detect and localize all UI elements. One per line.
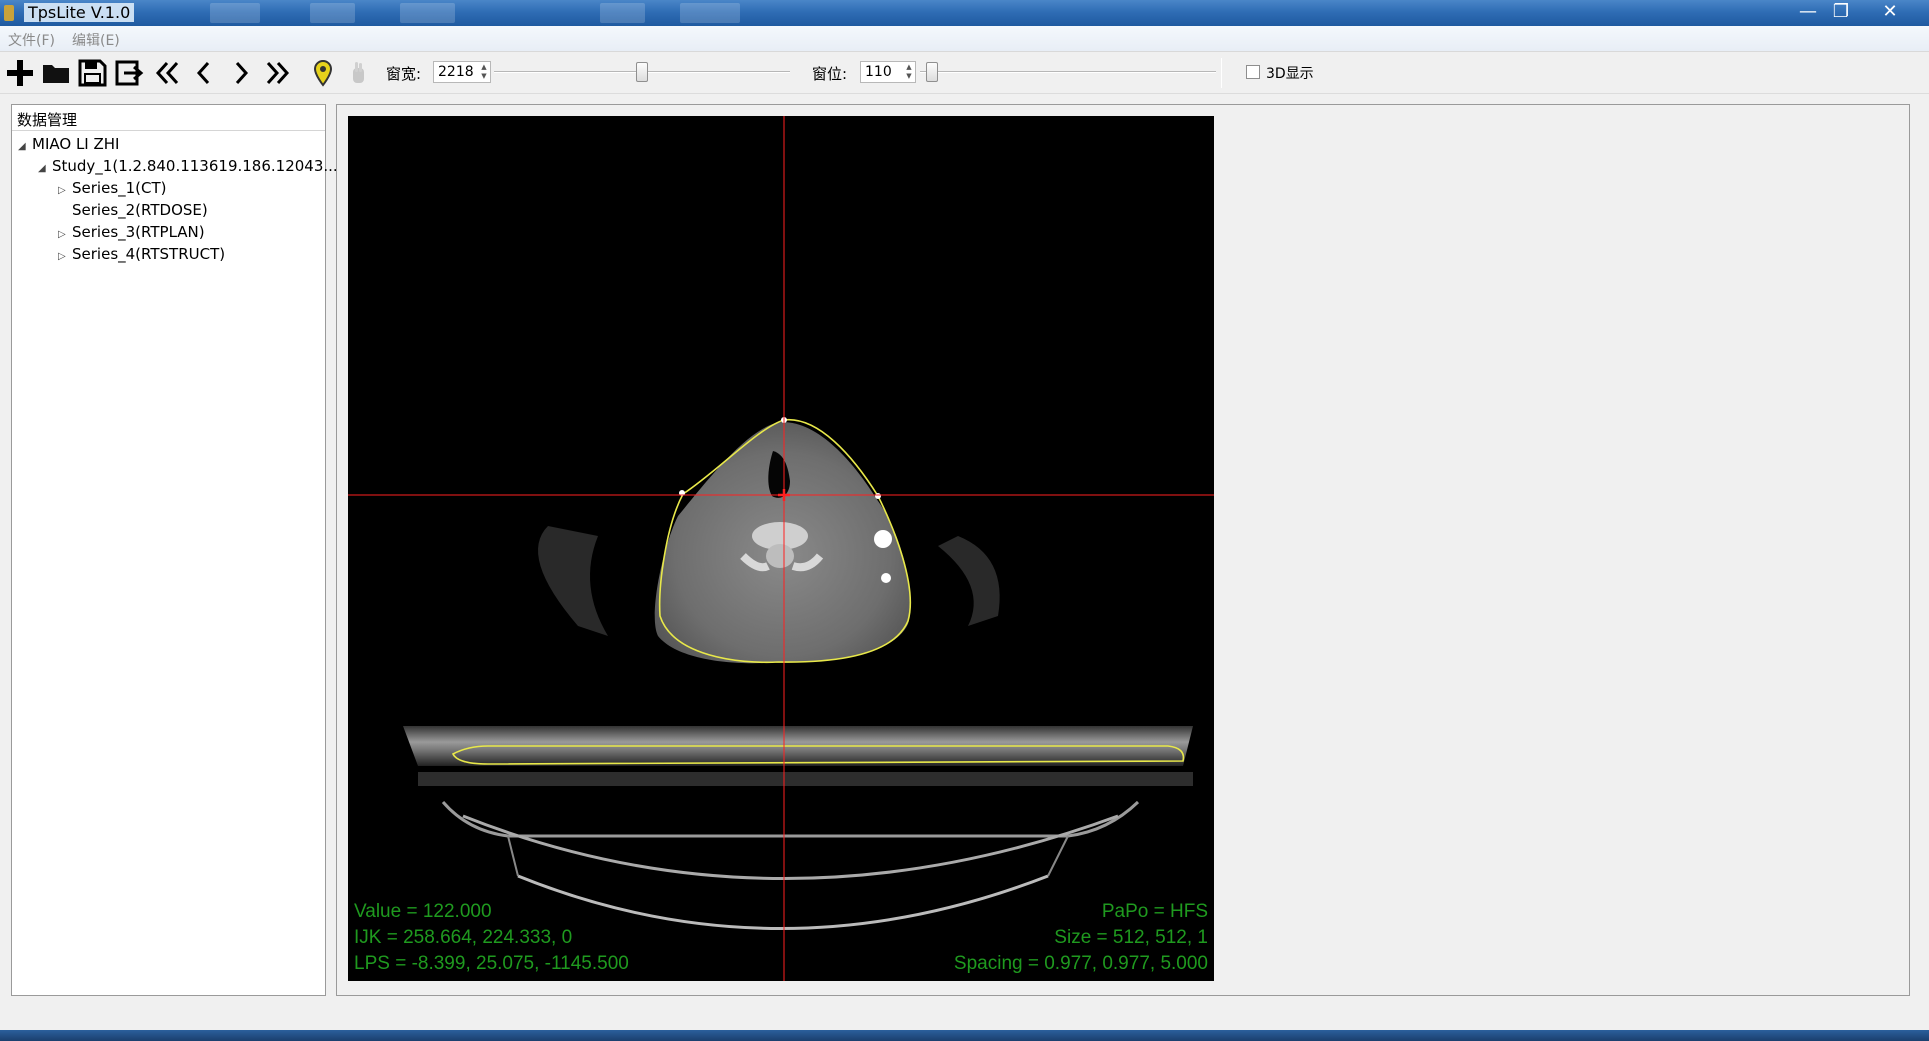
hand-icon[interactable] — [341, 56, 375, 90]
couch-curve — [462, 814, 1119, 880]
save-icon[interactable] — [75, 56, 109, 90]
window-width-slider-handle[interactable] — [636, 62, 648, 82]
couch-layer — [418, 772, 1193, 786]
expanded-arrow-icon[interactable]: ◢ — [18, 141, 32, 152]
window-level-spinbox[interactable]: 110 ▲ ▼ — [860, 61, 916, 83]
title-bar: TpsLite V.1.0 — ❐ ✕ — [0, 0, 1929, 26]
menu-file[interactable]: 文件(F) — [8, 30, 55, 50]
spin-arrows-icon[interactable]: ▲ ▼ — [904, 63, 914, 81]
window-level-slider[interactable] — [920, 71, 1216, 73]
tree-item-series[interactable]: ▷ Series_1(CT) — [58, 179, 167, 201]
window-level-value: 110 — [865, 64, 892, 80]
window-width-label: 窗宽: — [386, 65, 422, 83]
minimize-button[interactable]: — — [1792, 1, 1824, 23]
last-icon[interactable] — [261, 56, 295, 90]
tree-item-series[interactable]: ▷ Series_4(RTSTRUCT) — [58, 245, 225, 267]
expanded-arrow-icon[interactable]: ◢ — [38, 163, 52, 174]
couch-curve — [517, 874, 1049, 930]
series-label: Series_2(RTDOSE) — [72, 201, 208, 219]
tree-item-study[interactable]: ◢ Study_1(1.2.840.113619.186.12043... — [38, 157, 338, 179]
noise-artifact-right — [938, 536, 1000, 626]
bright-spot — [874, 530, 892, 548]
spin-arrows-icon[interactable]: ▲ ▼ — [479, 63, 489, 81]
series-label: Series_4(RTSTRUCT) — [72, 245, 226, 263]
close-button[interactable]: ✕ — [1870, 1, 1910, 23]
study-name: Study_1(1.2.840.113619.186.12043... — [52, 157, 338, 175]
menu-edit[interactable]: 编辑(E) — [72, 30, 120, 50]
marker-icon[interactable] — [306, 56, 340, 90]
lps-readout: LPS = -8.399, 25.075, -1145.500 — [354, 953, 629, 974]
tree-item-patient[interactable]: ◢ MIAO LI ZHI — [18, 135, 119, 157]
app-icon — [4, 5, 14, 21]
patient-position-readout: PaPo = HFS — [1101, 901, 1208, 922]
toolbar-separator — [1221, 58, 1222, 88]
series-label: Series_3(RTPLAN) — [72, 223, 205, 241]
add-icon[interactable] — [3, 56, 37, 90]
menu-bar: 文件(F) 编辑(E) — [0, 26, 1929, 52]
export-icon[interactable] — [112, 56, 146, 90]
collapsed-arrow-icon[interactable]: ▷ — [58, 229, 72, 240]
toolbar: 窗宽: 2218 ▲ ▼ 窗位: 110 ▲ ▼ 3D显示 — [0, 52, 1929, 94]
window-title: TpsLite V.1.0 — [24, 3, 135, 22]
bright-spot — [881, 573, 891, 583]
previous-icon[interactable] — [187, 56, 221, 90]
patient-name: MIAO LI ZHI — [32, 135, 120, 153]
window-width-value: 2218 — [438, 64, 474, 80]
value-readout: Value = 122.000 — [354, 901, 492, 922]
show-3d-label: 3D显示 — [1266, 66, 1314, 82]
maximize-button[interactable]: ❐ — [1825, 1, 1857, 23]
panel-title: 数据管理 — [12, 105, 325, 131]
taskbar — [0, 1030, 1929, 1041]
series-label: Series_1(CT) — [72, 179, 167, 197]
collapsed-arrow-icon[interactable]: ▷ — [58, 185, 72, 196]
first-icon[interactable] — [150, 56, 184, 90]
spacing-readout: Spacing = 0.977, 0.977, 5.000 — [953, 953, 1208, 974]
open-folder-icon[interactable] — [39, 56, 73, 90]
show-3d-checkbox[interactable] — [1246, 65, 1260, 79]
ct-slice-image[interactable] — [348, 116, 1214, 981]
collapsed-arrow-icon[interactable]: ▷ — [58, 251, 72, 262]
noise-artifact-left — [538, 526, 608, 636]
data-management-panel: 数据管理 ◢ MIAO LI ZHI ◢ Study_1(1.2.840.11361… — [11, 104, 338, 996]
size-readout: Size = 512, 512, 1 — [1054, 927, 1208, 948]
next-icon[interactable] — [224, 56, 258, 90]
ijk-readout: IJK = 258.664, 224.333, 0 — [354, 927, 573, 948]
window-level-label: 窗位: — [812, 65, 848, 83]
tree-item-series[interactable]: Series_2(RTDOSE) — [58, 201, 208, 223]
ct-image-viewer[interactable]: Value = 122.000 IJK = 258.664, 224.333, … — [348, 116, 1214, 981]
window-level-slider-handle[interactable] — [925, 62, 938, 82]
spinal-process — [766, 544, 794, 568]
window-width-spinbox[interactable]: 2218 ▲ ▼ — [433, 61, 491, 83]
tree-item-series[interactable]: ▷ Series_3(RTPLAN) — [58, 223, 205, 245]
couch-frame — [441, 800, 1140, 838]
